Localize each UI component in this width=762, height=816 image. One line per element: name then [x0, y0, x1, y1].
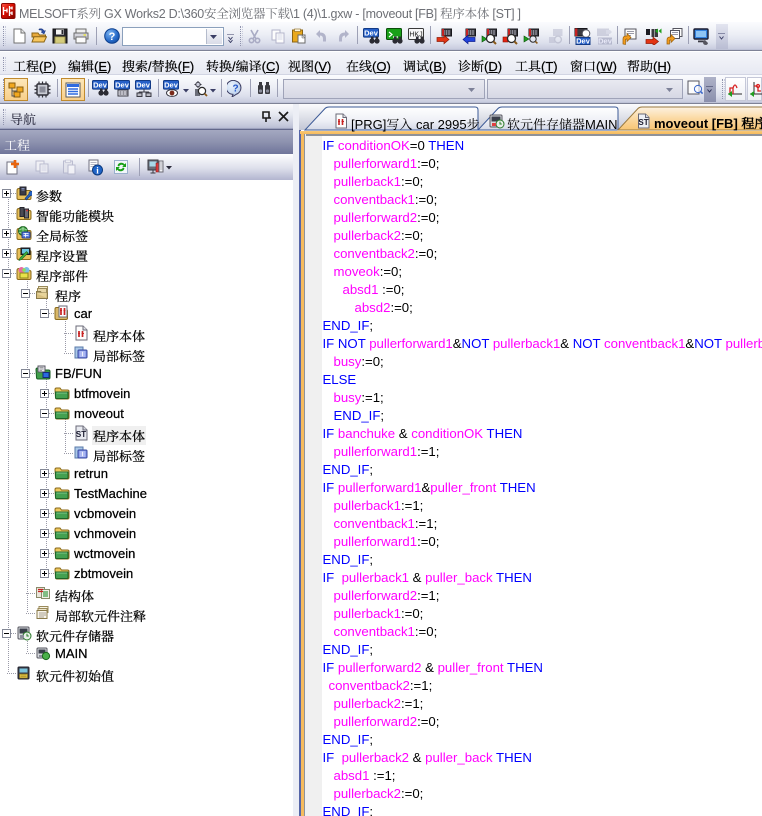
- svg-text:Dev: Dev: [164, 80, 179, 89]
- svg-text:Dev: Dev: [364, 28, 379, 37]
- svg-text:Dev: Dev: [598, 36, 613, 45]
- svg-text:ST: ST: [638, 118, 648, 127]
- svg-text:Dev: Dev: [93, 80, 108, 89]
- svg-text:?: ?: [233, 84, 239, 95]
- svg-text:Dev: Dev: [576, 36, 591, 45]
- svg-text:Dev: Dev: [115, 80, 130, 89]
- svg-text:Dev: Dev: [136, 80, 151, 89]
- svg-text:ST: ST: [76, 430, 86, 439]
- svg-text:?: ?: [109, 31, 116, 43]
